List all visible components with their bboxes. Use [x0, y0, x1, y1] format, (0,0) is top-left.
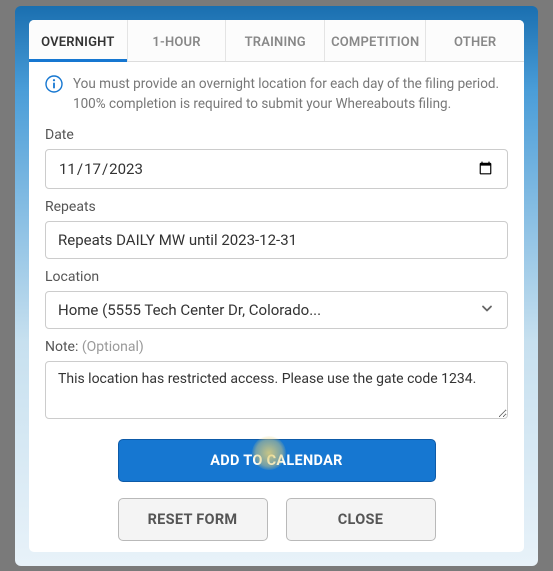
tab-training[interactable]: TRAINING — [226, 20, 325, 61]
info-banner: You must provide an overnight location f… — [45, 74, 508, 115]
repeats-input[interactable] — [45, 221, 508, 259]
date-label: Date — [45, 127, 508, 143]
tab-competition[interactable]: COMPETITION — [325, 20, 426, 61]
tab-other[interactable]: OTHER — [426, 20, 524, 61]
location-label: Location — [45, 269, 508, 285]
add-to-calendar-button[interactable]: ADD TO CALENDAR — [118, 439, 436, 482]
date-input[interactable] — [45, 149, 508, 189]
form-card: OVERNIGHT 1-HOUR TRAINING COMPETITION OT… — [29, 20, 524, 552]
form-body: You must provide an overnight location f… — [29, 62, 524, 552]
note-optional: (Optional) — [82, 339, 144, 355]
note-label: Note: (Optional) — [45, 339, 508, 355]
location-select-wrap: Home (5555 Tech Center Dr, Colorado... — [45, 291, 508, 329]
info-icon — [45, 75, 63, 97]
tab-1-hour[interactable]: 1-HOUR — [128, 20, 227, 61]
close-button[interactable]: CLOSE — [286, 498, 436, 541]
reset-form-button[interactable]: RESET FORM — [118, 498, 268, 541]
category-tabs: OVERNIGHT 1-HOUR TRAINING COMPETITION OT… — [29, 20, 524, 62]
secondary-button-row: RESET FORM CLOSE — [45, 498, 508, 541]
info-text: You must provide an overnight location f… — [73, 74, 508, 115]
note-label-text: Note: — [45, 339, 78, 355]
primary-button-row: ADD TO CALENDAR — [45, 439, 508, 482]
repeats-label: Repeats — [45, 199, 508, 215]
modal-panel: OVERNIGHT 1-HOUR TRAINING COMPETITION OT… — [15, 6, 538, 566]
tab-overnight[interactable]: OVERNIGHT — [29, 20, 128, 61]
note-textarea[interactable]: This location has restricted access. Ple… — [45, 361, 508, 419]
location-select[interactable]: Home (5555 Tech Center Dr, Colorado... — [45, 291, 508, 329]
